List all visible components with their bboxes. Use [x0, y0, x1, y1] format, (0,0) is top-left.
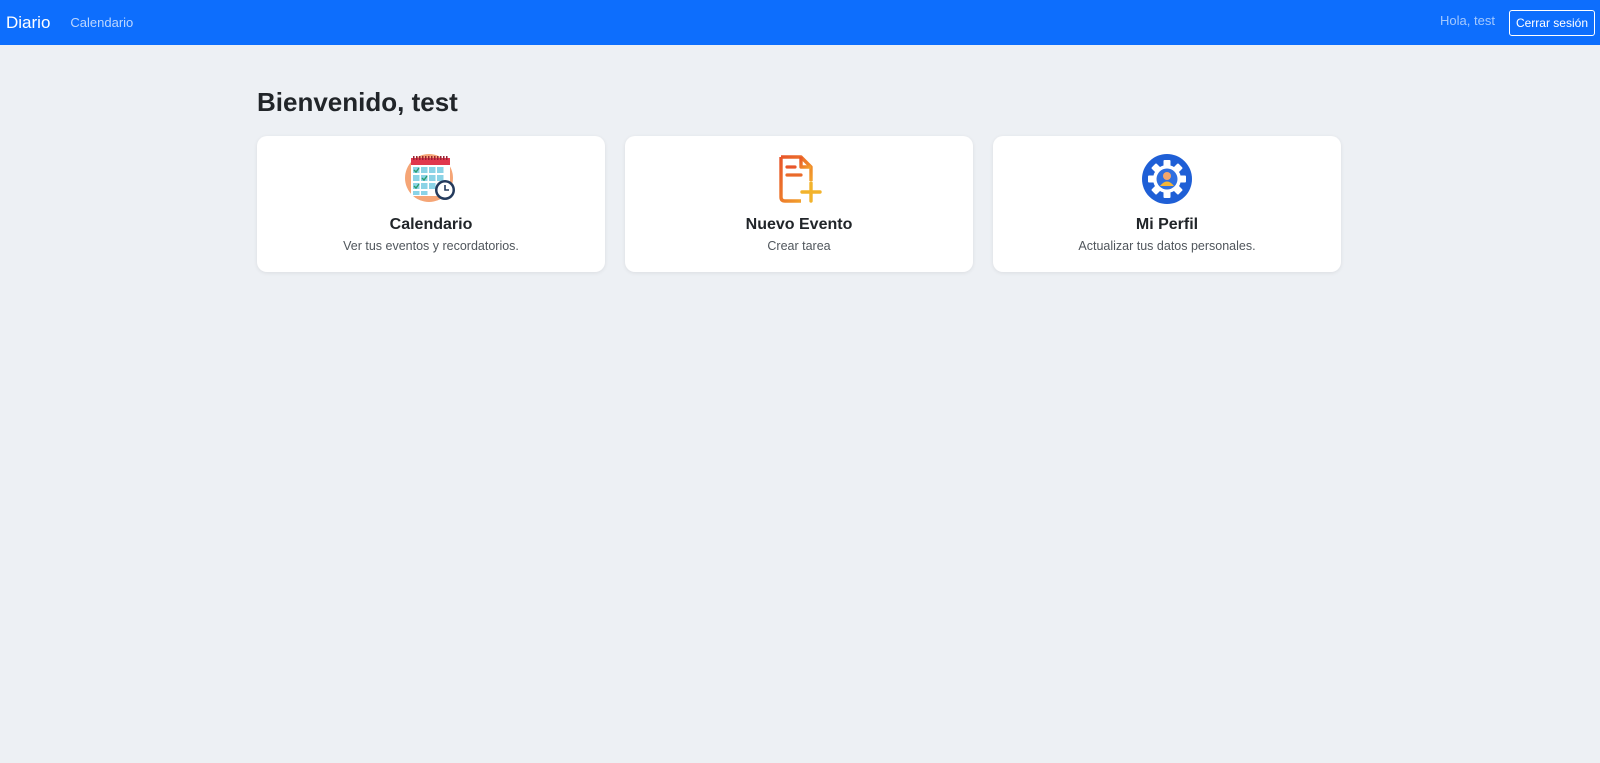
- card-title: Nuevo Evento: [745, 216, 853, 233]
- card-description: Ver tus eventos y recordatorios.: [343, 239, 519, 253]
- page-title: Bienvenido, test: [257, 87, 458, 117]
- nav-link-calendario[interactable]: Calendario: [70, 15, 133, 30]
- card-mi-perfil[interactable]: Mi Perfil Actualizar tus datos personale…: [993, 136, 1341, 272]
- navbar-right: Hola, test Cerrar sesión: [1440, 9, 1600, 36]
- card-description: Actualizar tus datos personales.: [1078, 239, 1256, 253]
- profile-settings-icon: [1142, 154, 1192, 204]
- card-title: Mi Perfil: [1135, 216, 1199, 233]
- calendar-icon: [405, 154, 455, 202]
- brand-link[interactable]: Diario: [6, 13, 50, 33]
- user-greeting: Hola, test: [1440, 13, 1495, 28]
- logout-button[interactable]: Cerrar sesión: [1508, 9, 1595, 36]
- card-grid: Calendario Ver tus eventos y recordatori…: [257, 136, 1343, 272]
- main-content: Bienvenido, test Calendario Ver tus even…: [257, 45, 1343, 272]
- card-title: Calendario: [389, 216, 473, 233]
- new-document-icon: [779, 155, 822, 203]
- card-calendario[interactable]: Calendario Ver tus eventos y recordatori…: [257, 136, 605, 272]
- card-description: Crear tarea: [767, 239, 831, 253]
- navbar-left: Diario Calendario: [6, 13, 133, 33]
- card-nuevo-evento[interactable]: Nuevo Evento Crear tarea: [625, 136, 973, 272]
- top-navbar: Diario Calendario Hola, test Cerrar sesi…: [0, 0, 1600, 45]
